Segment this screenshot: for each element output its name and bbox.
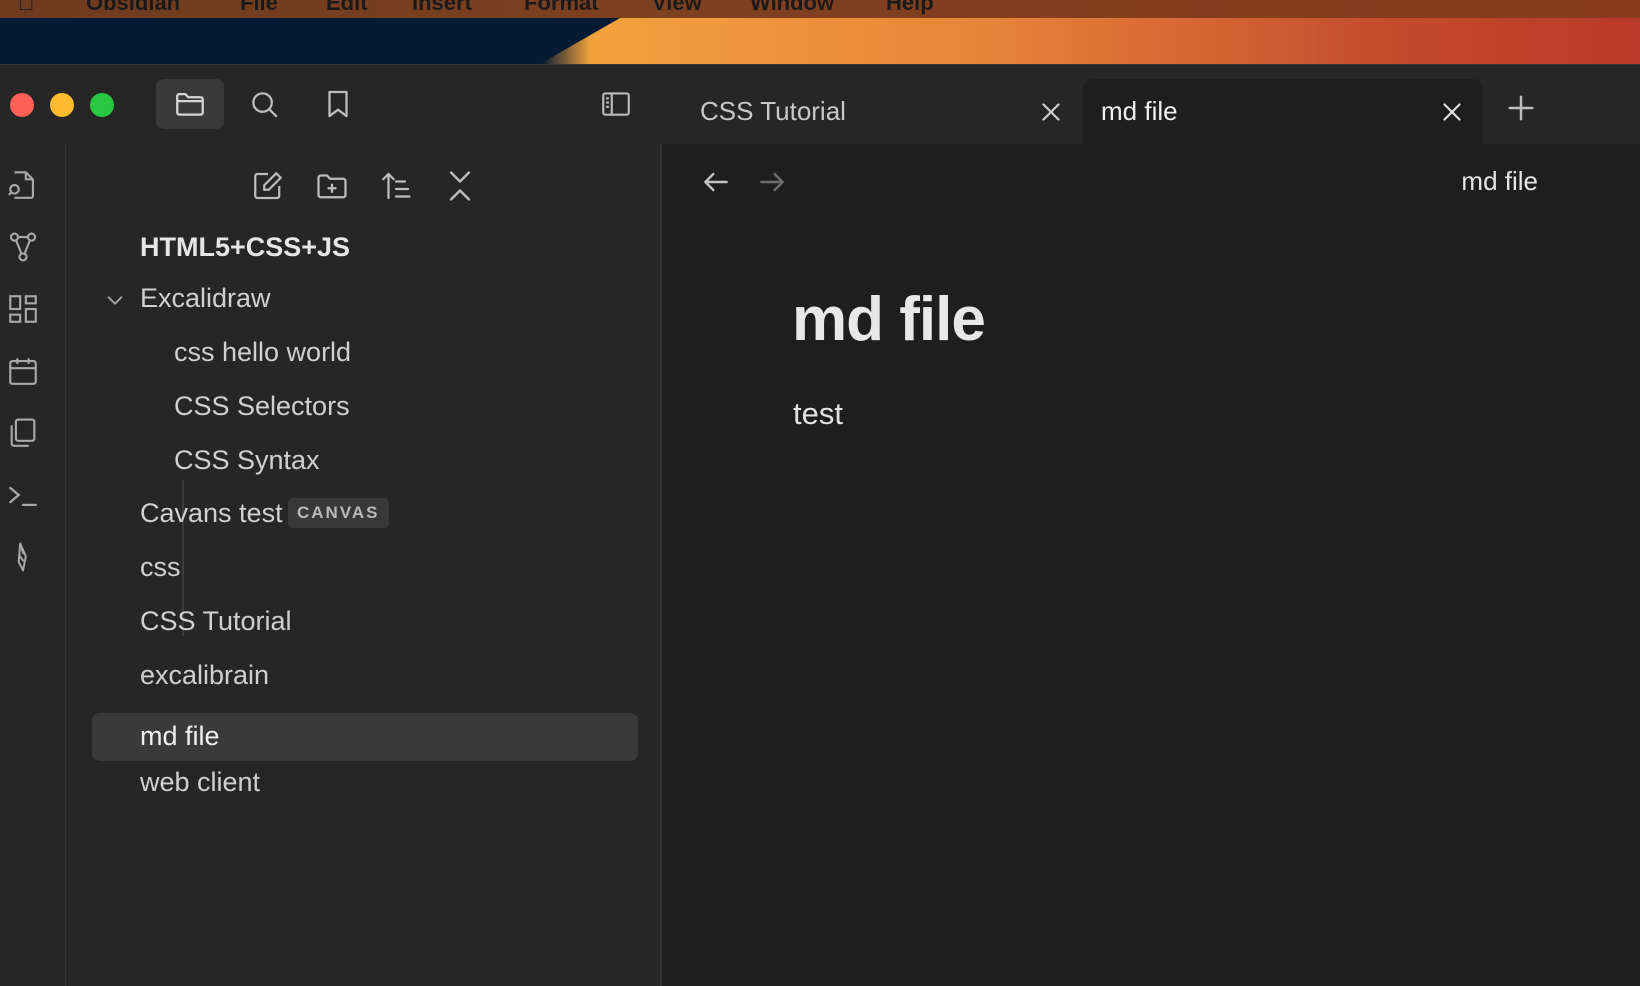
file-label: CSS Selectors (174, 391, 350, 421)
file-css-syntax[interactable]: CSS Syntax (92, 437, 638, 485)
desktop-wallpaper (0, 18, 1640, 64)
tab-md-file[interactable]: md file (1083, 79, 1483, 145)
file-cavans-test[interactable]: Cavans test CANVAS (92, 490, 638, 538)
close-icon[interactable] (1038, 99, 1064, 125)
file-label: Cavans test (140, 498, 283, 528)
menu-insert[interactable]: Insert (412, 0, 472, 16)
menu-file[interactable]: File (240, 0, 278, 16)
bookmarks-button[interactable] (304, 79, 372, 129)
folder-label: Excalidraw (140, 283, 271, 313)
chevron-down-icon[interactable] (104, 289, 126, 311)
back-arrow-icon[interactable] (700, 166, 732, 198)
file-explorer-button[interactable] (156, 79, 224, 129)
file-label: excalibrain (140, 660, 270, 690)
graph-view-icon[interactable] (6, 230, 40, 264)
templates-icon[interactable] (6, 416, 40, 450)
menu-edit[interactable]: Edit (326, 0, 368, 16)
canvas-badge: CANVAS (288, 498, 389, 528)
file-label: web client (140, 767, 261, 797)
collapse-all-button[interactable] (440, 166, 480, 206)
menu-app-name[interactable]: Obsidian (86, 0, 180, 16)
folder-excalidraw[interactable]: Excalidraw (92, 275, 638, 323)
command-palette-icon[interactable] (6, 478, 40, 512)
close-window-button[interactable] (10, 93, 34, 117)
close-icon[interactable] (1439, 99, 1465, 125)
file-explorer: HTML5+CSS+JS Excalidraw css hello world … (66, 144, 662, 986)
sort-icon (382, 172, 411, 200)
apple-menu-icon[interactable]:  (18, 0, 35, 16)
menu-format[interactable]: Format (524, 0, 599, 16)
view-header-title[interactable]: md file (1461, 166, 1538, 197)
file-label: CSS Syntax (174, 445, 320, 475)
open-quick-switcher-icon[interactable] (6, 168, 40, 202)
menu-window[interactable]: Window (750, 0, 834, 16)
file-md-file[interactable]: md file (92, 713, 638, 761)
file-label: CSS Tutorial (140, 606, 292, 636)
canvas-icon[interactable] (6, 292, 40, 326)
file-css-hello-world[interactable]: css hello world (92, 329, 638, 377)
ribbon (0, 144, 66, 986)
note-heading[interactable]: md file (792, 284, 986, 355)
tab-label: md file (1101, 96, 1178, 126)
menu-view[interactable]: View (652, 0, 702, 16)
file-css-selectors[interactable]: CSS Selectors (92, 383, 638, 431)
minimize-window-button[interactable] (50, 93, 74, 117)
tab-label: CSS Tutorial (700, 96, 846, 126)
toggle-sidebar-button[interactable] (582, 79, 650, 129)
tab-css-tutorial[interactable]: CSS Tutorial (682, 79, 1080, 145)
file-web-client[interactable]: web client (92, 759, 638, 807)
forward-arrow-icon[interactable] (756, 166, 788, 198)
menu-help[interactable]: Help (886, 0, 934, 16)
new-note-icon (254, 172, 282, 200)
file-label: css hello world (174, 337, 352, 367)
collapse-all-icon (449, 171, 471, 201)
menu-bar:  Obsidian File Edit Insert Format View … (0, 0, 1640, 18)
note-body[interactable]: test (793, 396, 843, 432)
editor-pane: md file md file test (662, 144, 1640, 986)
search-button[interactable] (230, 79, 298, 129)
file-label: md file (140, 721, 220, 751)
vault-name: HTML5+CSS+JS (140, 232, 351, 262)
search-icon (252, 92, 278, 118)
folder-icon (176, 92, 204, 116)
new-folder-button[interactable] (312, 166, 352, 206)
file-css-tutorial[interactable]: CSS Tutorial (92, 598, 638, 646)
file-css[interactable]: css (92, 544, 638, 592)
file-label: css (140, 552, 181, 582)
sort-button[interactable] (376, 166, 416, 206)
file-excalibrain[interactable]: excalibrain (92, 652, 638, 700)
zoom-window-button[interactable] (90, 93, 114, 117)
window-titlebar: CSS Tutorial md file (0, 64, 1640, 145)
vault-root-folder[interactable]: HTML5+CSS+JS (92, 224, 638, 272)
new-folder-icon (317, 174, 347, 199)
sidebar-toggle-icon (602, 92, 630, 116)
new-note-button[interactable] (248, 166, 288, 206)
bookmark-icon (328, 90, 348, 118)
calendar-icon[interactable] (6, 354, 40, 388)
new-tab-icon[interactable] (1506, 93, 1536, 123)
excalidraw-icon[interactable] (6, 540, 40, 574)
wallpaper-shape (540, 18, 620, 64)
